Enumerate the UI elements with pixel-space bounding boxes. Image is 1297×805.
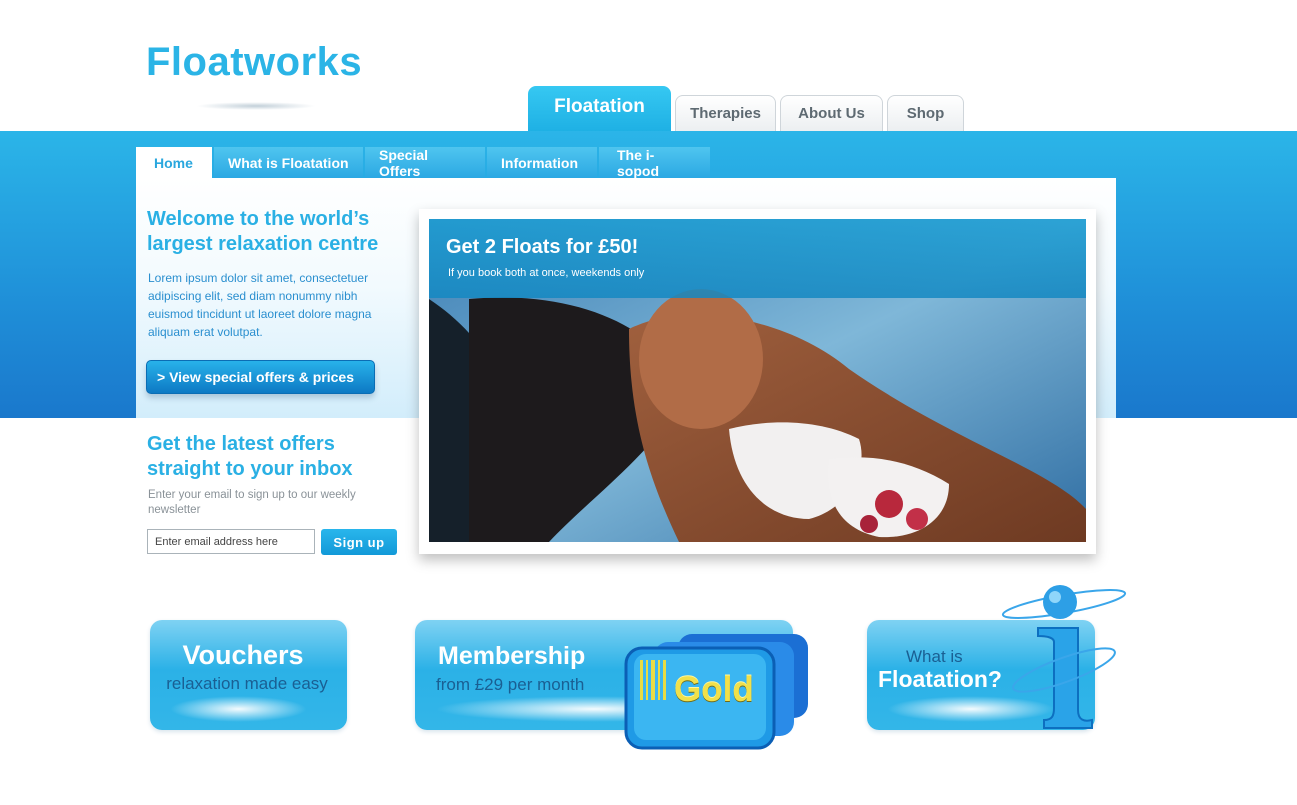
hero-subtitle: If you book both at once, weekends only: [448, 267, 645, 279]
welcome-heading: Welcome to the world’s largest relaxatio…: [147, 208, 379, 255]
tab-shop[interactable]: Shop: [887, 95, 964, 131]
tab-about-us-label: About Us: [798, 105, 865, 122]
subnav-information-label: Information: [501, 154, 578, 171]
floatation-title: Floatation?: [878, 666, 1002, 692]
subnav-the-i-sopod-label: The i-sopod: [617, 146, 659, 179]
tab-therapies[interactable]: Therapies: [675, 95, 776, 131]
tab-floatation-label: Floatation: [554, 96, 645, 117]
logo-shadow: [196, 102, 316, 110]
subnav-what-is-floatation[interactable]: What is Floatation: [214, 147, 363, 178]
tab-shop-label: Shop: [906, 105, 945, 122]
newsletter-heading: Get the latest offers straight to your i…: [147, 433, 353, 480]
subnav-special-offers-label: Special Offers: [379, 146, 429, 179]
info-icon: [992, 580, 1132, 740]
tab-therapies-label: Therapies: [690, 105, 761, 122]
email-input[interactable]: [147, 529, 315, 554]
subnav-special-offers[interactable]: Special Offers: [365, 146, 485, 179]
subnav-home-label: Home: [154, 154, 193, 171]
membership-subtitle: from £29 per month: [436, 675, 585, 694]
vouchers-gloss: [170, 696, 307, 722]
membership-title: Membership: [438, 642, 586, 670]
subnav-information[interactable]: Information: [487, 147, 597, 178]
vouchers-title: Vouchers: [182, 640, 304, 670]
subnav-the-i-sopod[interactable]: The i-sopod: [599, 146, 710, 179]
subnav-home[interactable]: Home: [136, 147, 212, 178]
sign-up-button[interactable]: Sign up: [321, 529, 397, 555]
view-offers-button-label: > View special offers & prices: [157, 369, 355, 385]
newsletter-text: Enter your email to sign up to our weekl…: [148, 489, 356, 516]
site-logo[interactable]: Floatworks: [146, 40, 362, 85]
view-offers-button[interactable]: > View special offers & prices: [146, 360, 375, 394]
subnav-what-is-floatation-label: What is Floatation: [228, 154, 349, 171]
hero-title: Get 2 Floats for £50!: [446, 236, 639, 258]
floatation-pretitle: What is: [906, 647, 963, 666]
tab-about-us[interactable]: About Us: [780, 95, 883, 131]
vouchers-subtitle: relaxation made easy: [166, 674, 328, 693]
tab-floatation[interactable]: Floatation: [528, 86, 671, 132]
gold-badge-label: Gold: [674, 670, 754, 709]
sub-navigation: Home What is Floatation Special Offers I…: [136, 146, 712, 179]
welcome-text: Lorem ipsum dolor sit amet, consectetuer…: [148, 271, 372, 339]
